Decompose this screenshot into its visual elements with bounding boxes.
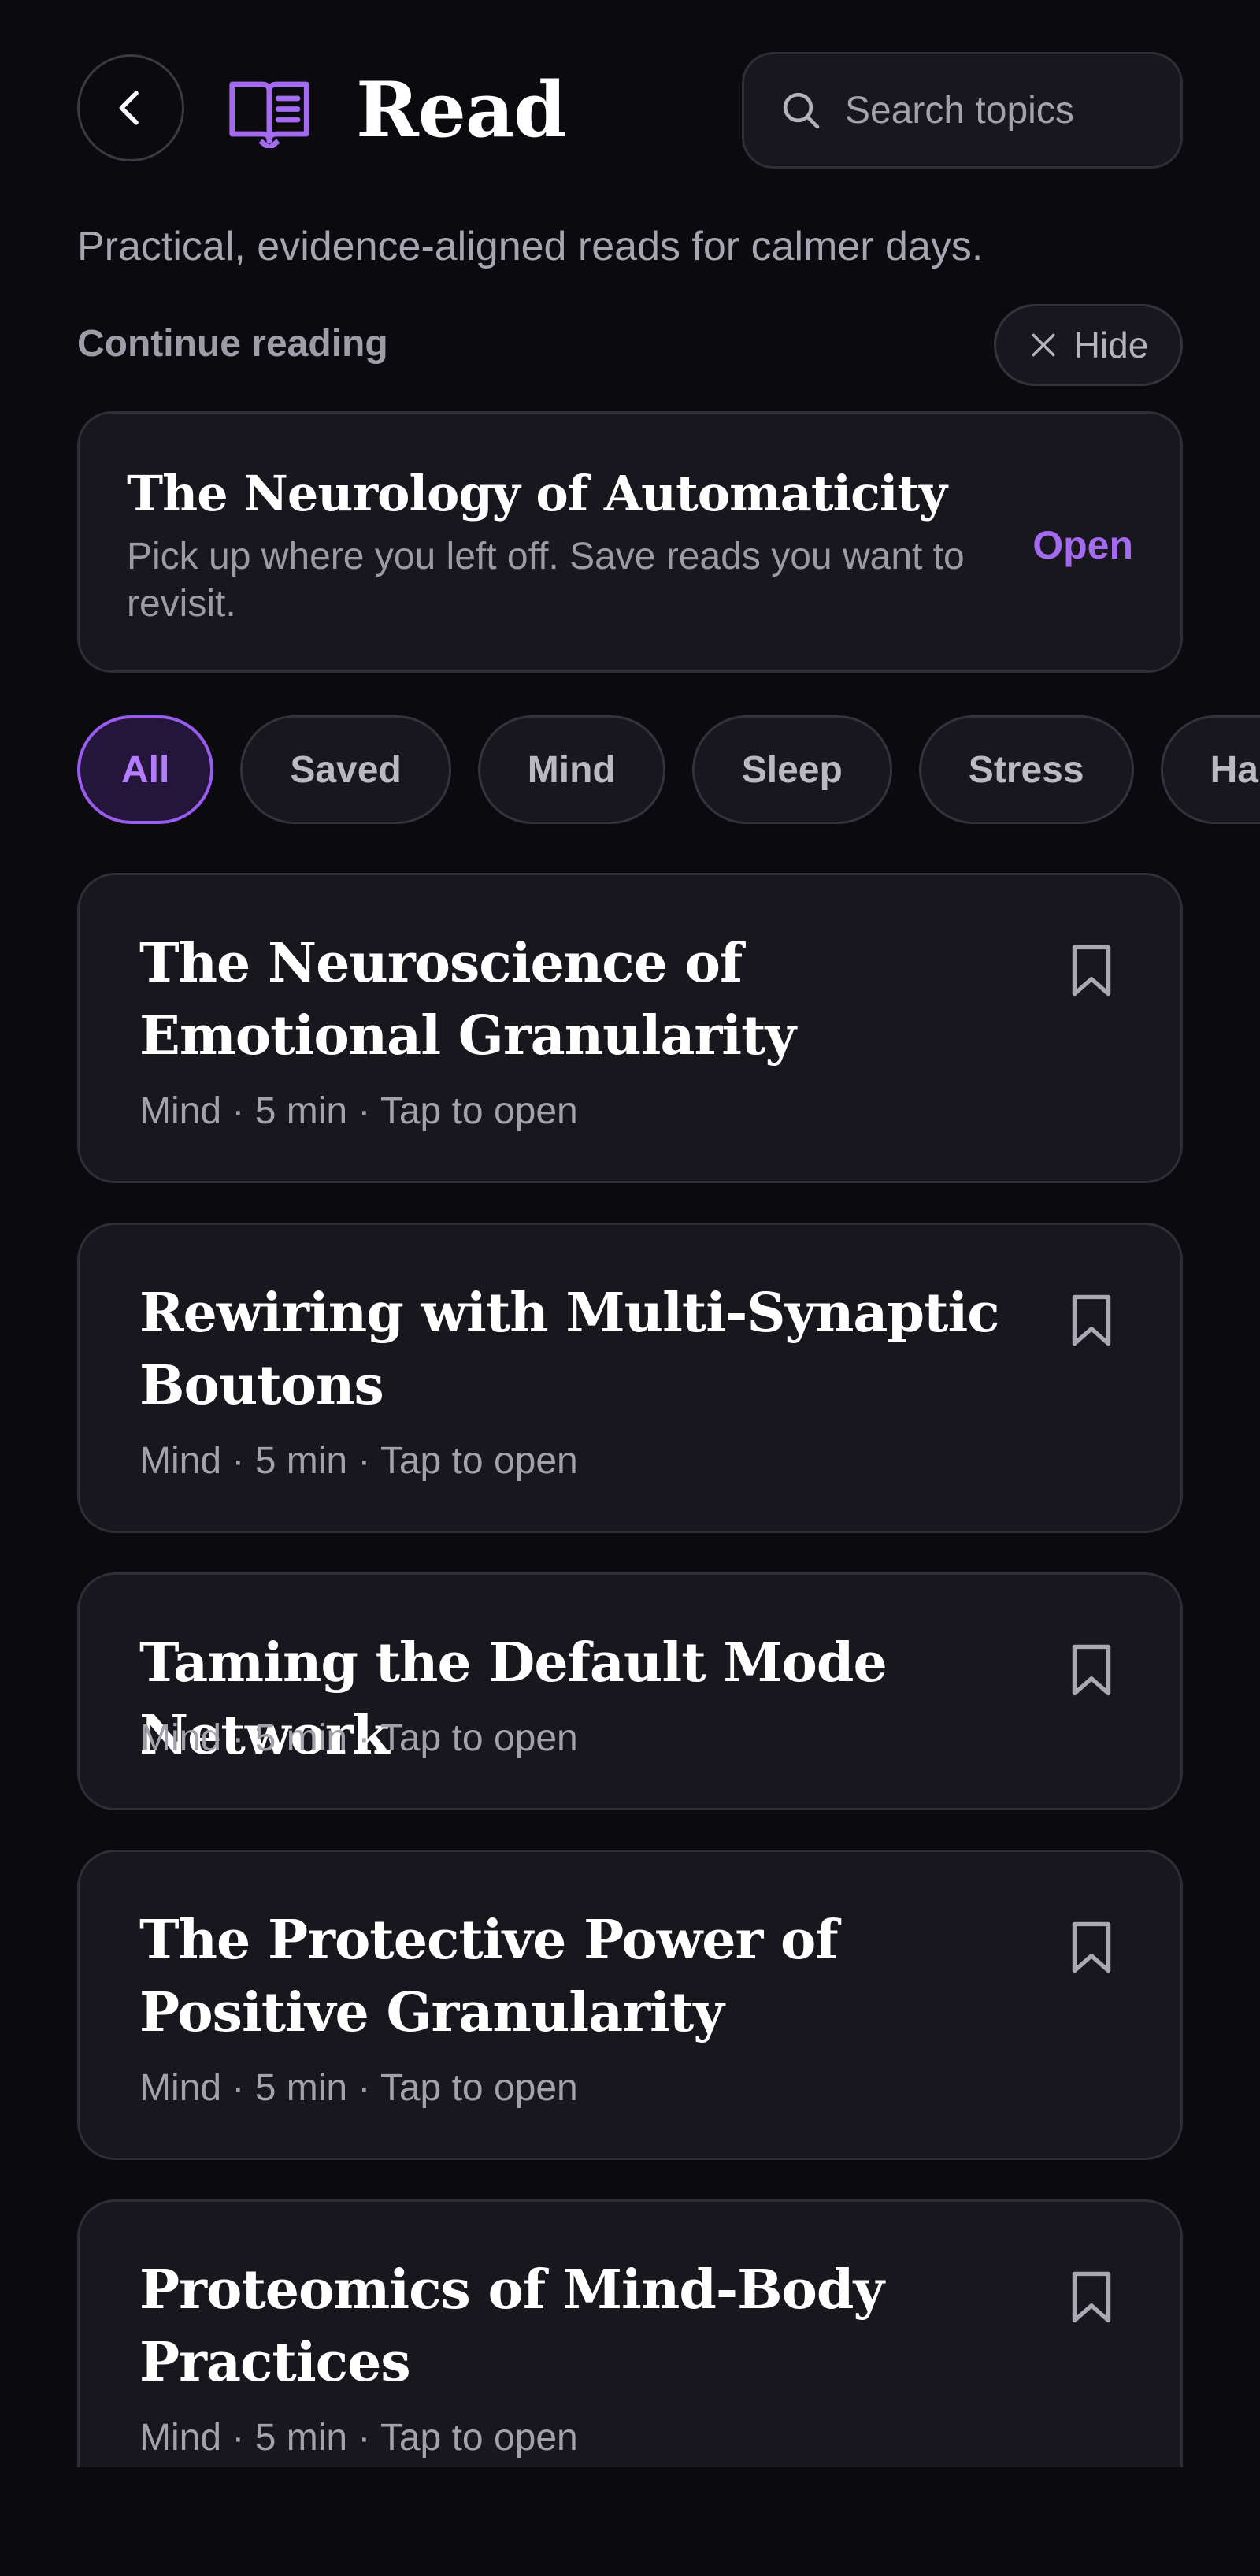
bookmark-icon[interactable] [1070,1293,1113,1348]
hide-button-label: Hide [1073,325,1149,366]
continue-reading-label: Continue reading [77,323,388,365]
article-meta: Mind · 5 min · Tap to open [139,1440,578,1482]
chevron-left-icon [119,91,139,125]
chip-saved[interactable]: Saved [240,715,451,824]
article-card[interactable]: Taming the Default Mode Network Mind · 5… [77,1572,1183,1810]
article-list: The Neuroscience of Emotional Granularit… [77,873,1183,2467]
article-title: The Protective Power of Positive Granula… [139,1909,839,2044]
continue-card-title: The Neurology of Automaticity [127,465,947,522]
article-card[interactable]: The Protective Power of Positive Granula… [77,1850,1183,2160]
article-title: Rewiring with Multi-Synaptic Boutons [139,1282,1000,1417]
book-open-icon [229,81,309,148]
article-meta: Mind · 5 min · Tap to open [139,1090,578,1132]
chip-stress[interactable]: Stress [918,715,1134,824]
bookmark-icon[interactable] [1070,2270,1113,2325]
search-box[interactable] [742,52,1183,169]
article-card[interactable]: Rewiring with Multi-Synaptic Boutons Min… [77,1223,1183,1533]
bookmark-icon[interactable] [1070,943,1113,998]
continue-card-description: Pick up where you left off. Save reads y… [127,536,965,625]
article-meta: Mind · 5 min · Tap to open [139,2417,578,2459]
read-screen: Read Practical, evidence-aligned reads f… [0,0,1260,2576]
bookmark-icon[interactable] [1070,1642,1113,1698]
article-card[interactable]: The Neuroscience of Emotional Granularit… [77,873,1183,1183]
search-icon [783,92,820,129]
chip-habits[interactable]: Habits [1160,715,1260,824]
article-card[interactable]: Proteomics of Mind-Body Practices Mind ·… [77,2199,1183,2467]
hide-button[interactable]: Hide [994,304,1183,386]
article-title: Proteomics of Mind-Body Practices [139,2259,884,2394]
chip-all[interactable]: All [77,715,214,824]
filter-chips: AllSavedMindSleepStress Habits [77,715,1260,824]
bookmark-icon[interactable] [1070,1920,1113,1975]
search-input[interactable] [843,87,1162,133]
article-meta: Mind · 5 min · Tap to open [139,2067,578,2109]
article-meta: Mind · 5 min · Tap to open [139,1717,578,1759]
open-button[interactable]: Open [1032,519,1133,571]
continue-reading-card[interactable]: The Neurology of Automaticity Pick up wh… [77,411,1183,673]
chip-mind[interactable]: Mind [477,715,665,824]
article-title: The Neuroscience of Emotional Granularit… [139,932,796,1067]
back-button[interactable] [77,54,184,161]
page-subtitle: Practical, evidence-aligned reads for ca… [77,224,984,269]
header: Read [77,52,1183,169]
chip-sleep[interactable]: Sleep [691,715,892,824]
page-title: Read [356,65,566,154]
close-icon [1032,333,1055,357]
